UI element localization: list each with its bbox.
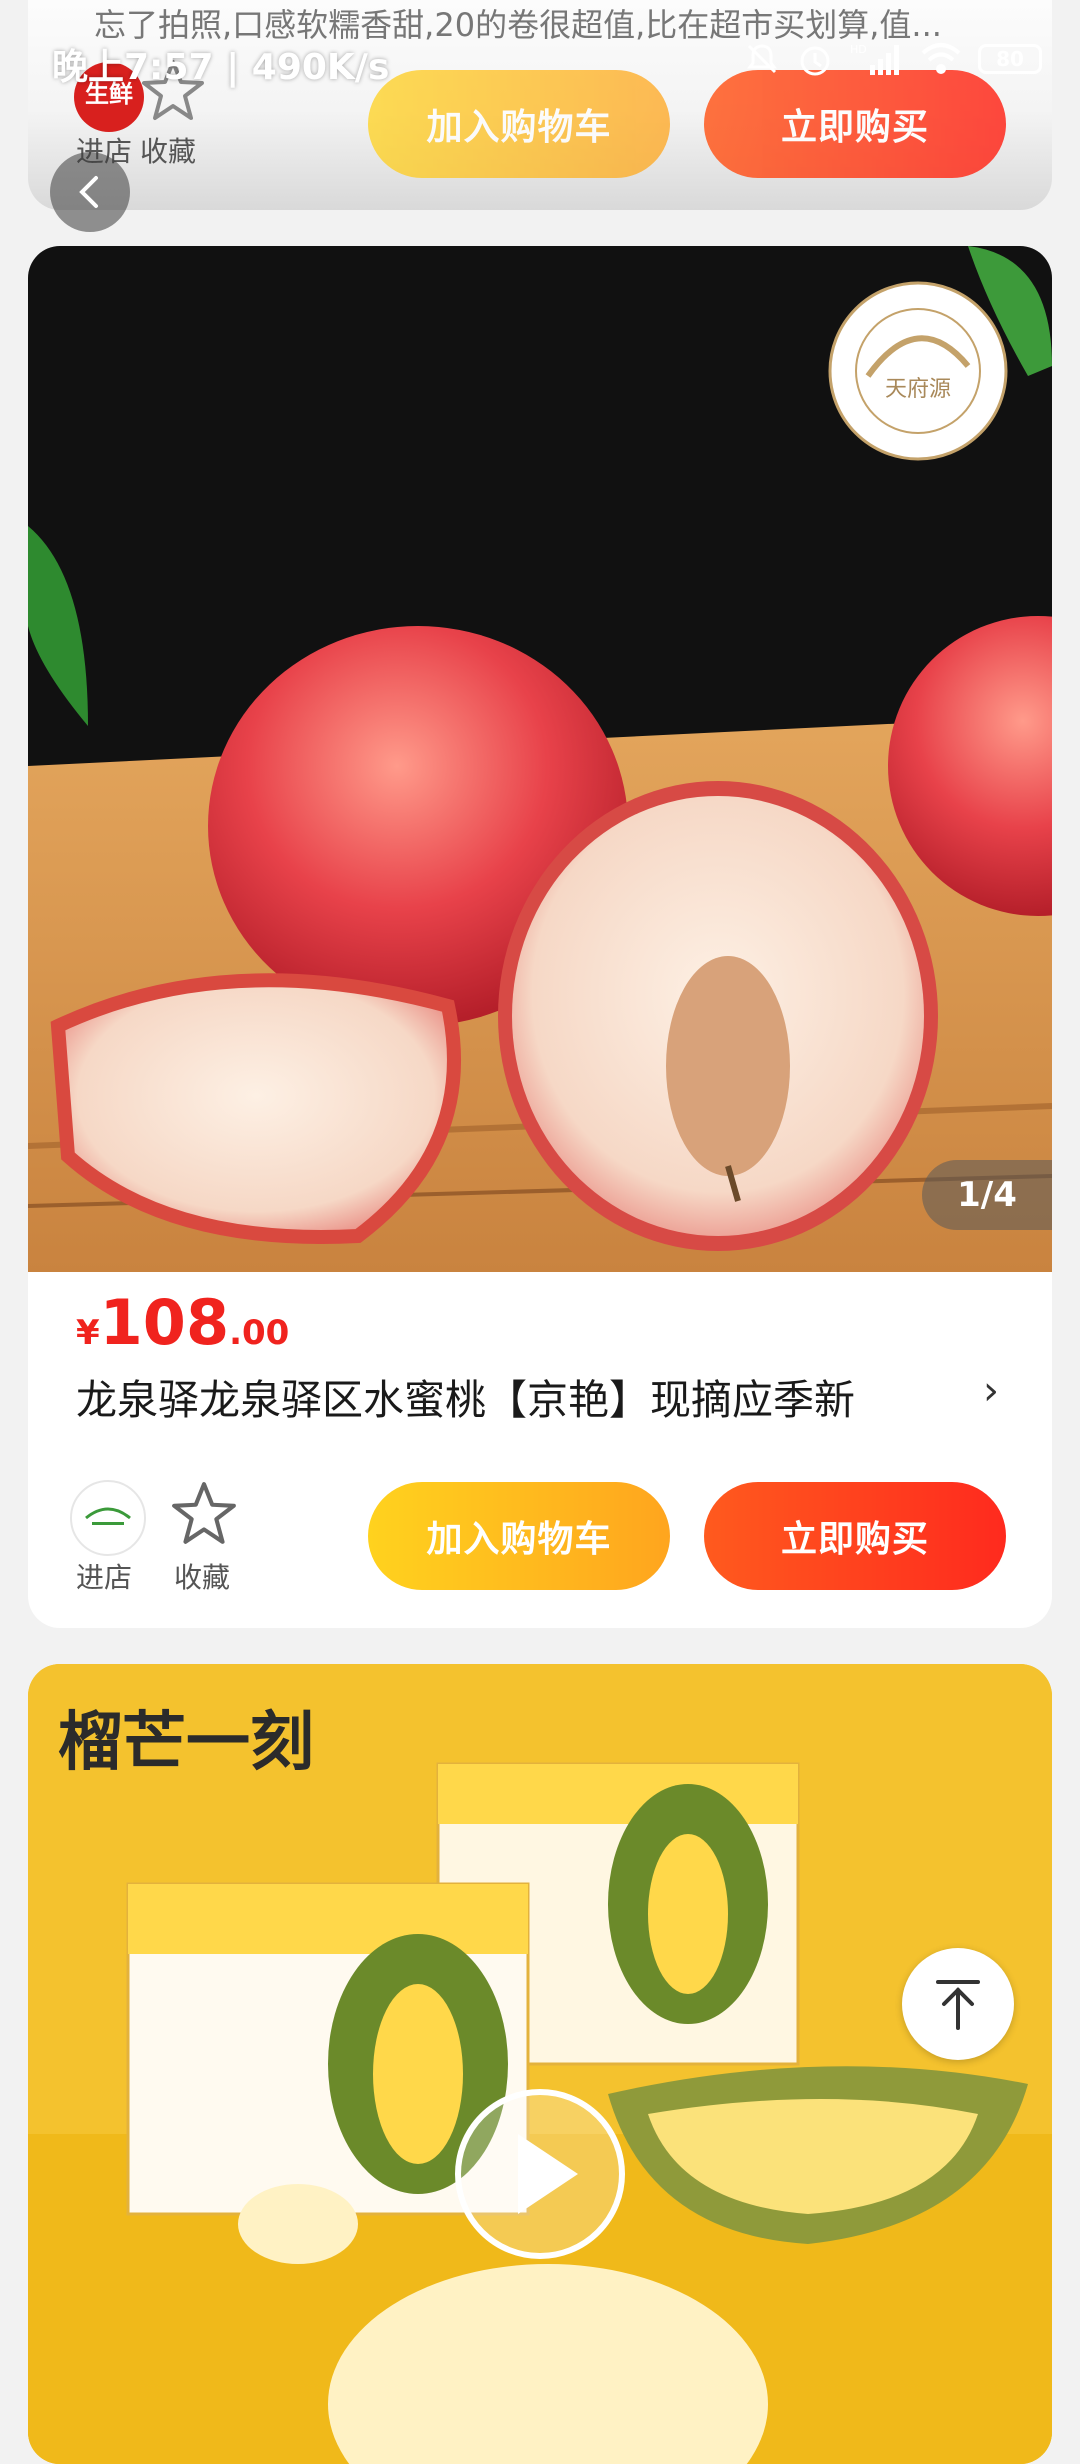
arrow-up-icon (936, 1980, 980, 2030)
back-button[interactable] (50, 152, 130, 232)
mute-bell-icon (747, 44, 777, 74)
network-speed: 490K/s (251, 47, 390, 88)
buy-now-button[interactable]: 立即购买 (704, 1482, 1006, 1590)
star-outline-icon[interactable] (168, 1478, 240, 1550)
favorite-label[interactable]: 收藏 (140, 130, 196, 170)
alarm-icon (800, 46, 830, 76)
durian-product-image[interactable]: 榴芒一刻 (28, 1664, 1052, 2464)
wifi-icon (921, 43, 961, 74)
chevron-right-icon[interactable]: › (983, 1368, 999, 1414)
image-page-indicator: 1/4 (922, 1160, 1052, 1230)
status-time-speed: 晚上7:57 | 490K/s (52, 47, 390, 88)
signal-hd-icon: HD (850, 43, 899, 75)
price-integer: 108 (99, 1286, 230, 1359)
add-to-cart-button[interactable]: 加入购物车 (368, 1482, 670, 1590)
enter-shop-label[interactable]: 进店 (76, 1556, 132, 1596)
back-to-top-button[interactable] (902, 1948, 1014, 2060)
favorite-label[interactable]: 收藏 (174, 1556, 230, 1596)
battery-level: 80 (996, 47, 1024, 71)
next-product-card[interactable]: 榴芒一刻 (28, 1664, 1052, 2464)
status-icons: HD 80 (744, 40, 1042, 78)
price-decimal: .00 (229, 1313, 290, 1353)
shop-logo-mark-icon (85, 1507, 131, 1525)
seal-text: 天府源 (885, 376, 951, 401)
chevron-left-icon (79, 176, 98, 208)
brand-text: 榴芒一刻 (58, 1706, 314, 1780)
price-currency: ¥ (76, 1313, 100, 1353)
price: ¥108.00 (76, 1286, 289, 1359)
status-time: 晚上7:57 (52, 47, 214, 88)
battery-icon: 80 (978, 44, 1042, 74)
peach-product-image[interactable]: 天府源 (28, 246, 1052, 1272)
shop-logo[interactable] (70, 1480, 146, 1556)
product-card: 天府源 1/4 ¥108.00 龙泉驿龙泉驿区水蜜桃【京艳】现摘应季新 › 进店… (28, 246, 1052, 1628)
status-bar: 晚上7:57 | 490K/s HD 80 (0, 0, 1080, 120)
product-title[interactable]: 龙泉驿龙泉驿区水蜜桃【京艳】现摘应季新 (76, 1366, 855, 1426)
svg-text:HD: HD (850, 43, 867, 56)
